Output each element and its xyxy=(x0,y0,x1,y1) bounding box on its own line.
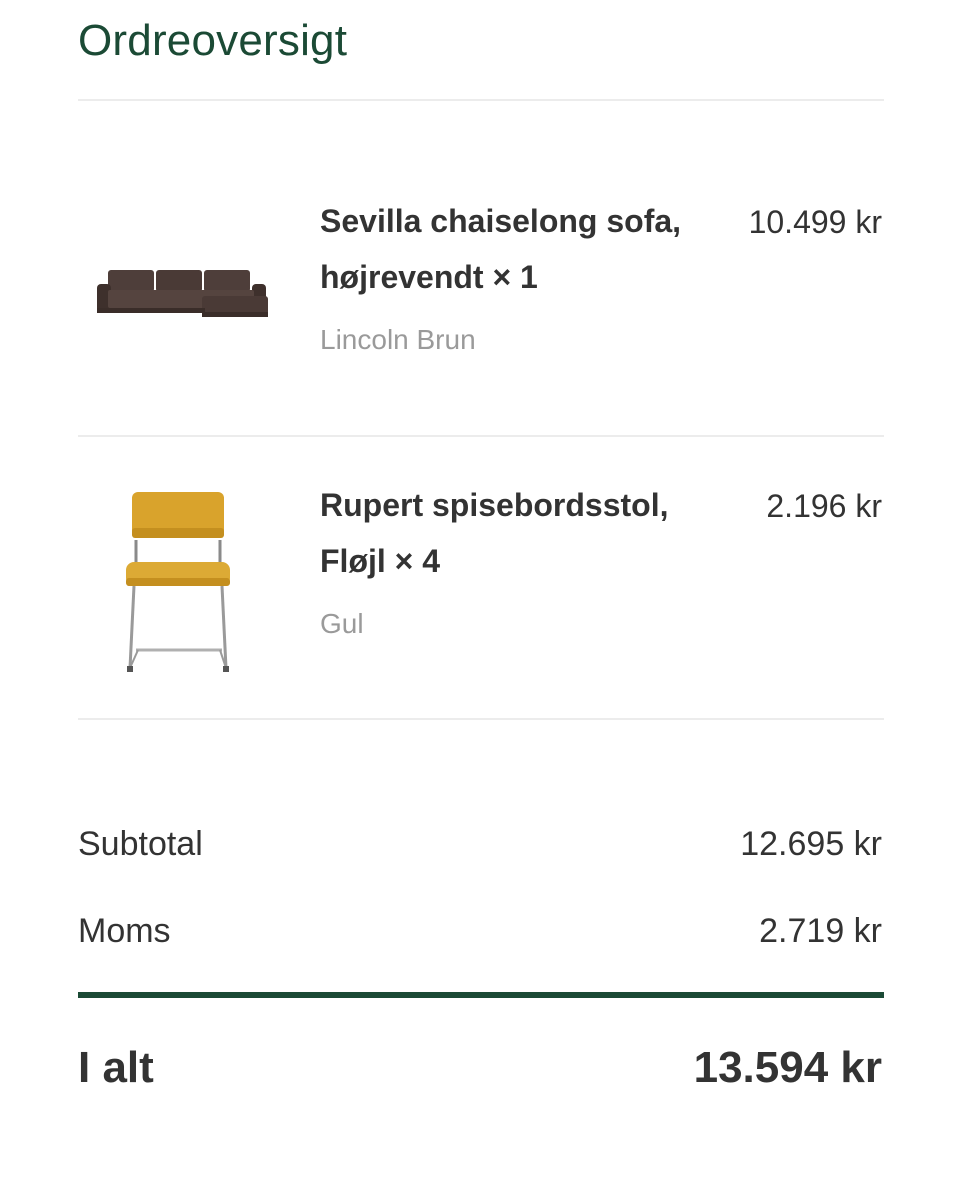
sofa-image xyxy=(94,262,270,322)
item-divider xyxy=(78,435,884,437)
vat-label: Moms xyxy=(78,912,171,950)
item-price: 10.499 kr xyxy=(748,204,882,240)
top-divider xyxy=(78,99,884,101)
chair-image xyxy=(122,490,234,676)
vat-value: 2.719 kr xyxy=(759,912,882,950)
subtotal-label: Subtotal xyxy=(78,825,203,863)
page-title: Ordreoversigt xyxy=(78,16,348,65)
subtotal-value: 12.695 kr xyxy=(740,825,882,863)
item-variant: Lincoln Brun xyxy=(320,324,476,355)
total-divider xyxy=(78,992,884,998)
total-value: 13.594 kr xyxy=(693,1043,882,1092)
item-name: Sevilla chaiselong sofa, højrevendt × 1 xyxy=(320,203,682,295)
item-variant: Gul xyxy=(320,608,364,639)
order-summary-page: Ordreoversigt Sevilla chaiselong sofa, h… xyxy=(0,0,960,1188)
item-divider xyxy=(78,718,884,720)
item-name: Rupert spisebordsstol, Fløjl × 4 xyxy=(320,487,669,579)
item-price: 2.196 kr xyxy=(766,488,882,524)
total-label: I alt xyxy=(78,1043,154,1092)
